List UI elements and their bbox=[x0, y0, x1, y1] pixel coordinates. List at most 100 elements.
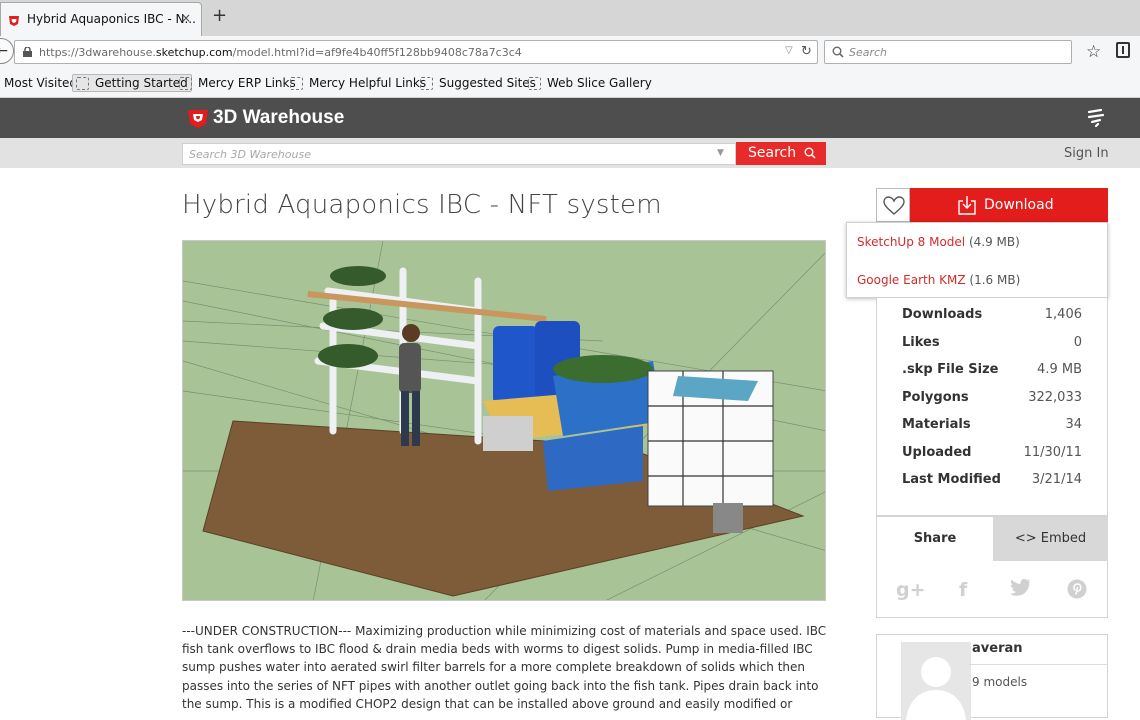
search-icon bbox=[804, 147, 816, 159]
search-button-label: Search bbox=[748, 145, 797, 161]
stat-value: 322,033 bbox=[1028, 390, 1082, 405]
divider bbox=[969, 664, 1108, 665]
tab-share[interactable]: Share bbox=[877, 517, 993, 561]
back-arrow-icon[interactable]: ← bbox=[0, 38, 14, 64]
lock-icon bbox=[23, 47, 32, 57]
search-icon bbox=[832, 46, 844, 58]
download-option-size: (4.9 MB) bbox=[968, 235, 1020, 249]
menu-icon[interactable] bbox=[1086, 108, 1106, 128]
warehouse-search-input[interactable] bbox=[183, 144, 703, 164]
url-text: https://3dwarehouse.sketchup.com/model.h… bbox=[39, 46, 522, 59]
stat-downloads: Downloads 1,406 bbox=[902, 307, 1082, 327]
bookmark-star-icon[interactable]: ☆ bbox=[1086, 42, 1101, 62]
share-panel: Share <> Embed g+ f bbox=[876, 516, 1108, 618]
download-option-kmz[interactable]: Google Earth KMZ (1.6 MB) bbox=[857, 273, 1020, 287]
download-option-size: (1.6 MB) bbox=[969, 273, 1021, 287]
stat-value: 34 bbox=[1065, 417, 1082, 432]
search-button[interactable]: Search bbox=[736, 142, 826, 165]
folder-icon bbox=[528, 76, 541, 90]
pinterest-icon[interactable] bbox=[1067, 579, 1087, 599]
model-title: Hybrid Aquaponics IBC - NFT system bbox=[182, 190, 662, 220]
sketchup-logo-icon[interactable] bbox=[186, 106, 210, 128]
folder-icon bbox=[420, 76, 433, 90]
download-button[interactable]: Download bbox=[910, 188, 1108, 222]
stat-likes: Likes 0 bbox=[902, 335, 1082, 355]
bookmark-suggested-sites[interactable]: Suggested Sites bbox=[420, 76, 536, 90]
browser-nav-bar: ← https://3dwarehouse.sketchup.com/model… bbox=[0, 36, 1140, 69]
aquaponics-model-render bbox=[183, 241, 825, 600]
bookmarks-bar: Most Visited Getting Started Mercy ERP L… bbox=[0, 69, 1140, 98]
bookmark-mercy-helpful-links[interactable]: Mercy Helpful Links bbox=[290, 76, 426, 90]
browser-tab[interactable]: Hybrid Aquaponics IBC - N... × bbox=[0, 2, 202, 36]
model-preview-image[interactable] bbox=[182, 240, 826, 601]
reload-icon[interactable]: ↻ bbox=[801, 44, 812, 59]
download-option-label: Google Earth KMZ bbox=[857, 273, 966, 287]
author-card: averan 9 models bbox=[876, 634, 1108, 720]
google-plus-icon[interactable]: g+ bbox=[896, 579, 926, 601]
bookmark-label: Getting Started bbox=[95, 76, 188, 90]
download-option-sketchup[interactable]: SketchUp 8 Model (4.9 MB) bbox=[857, 235, 1020, 249]
author-name[interactable]: averan bbox=[972, 641, 1023, 656]
stat-label: Likes bbox=[902, 335, 940, 350]
site-header: 3D Warehouse bbox=[0, 98, 1140, 138]
stat-label: Last Modified bbox=[902, 472, 1001, 487]
stat-value: 1,406 bbox=[1044, 307, 1082, 322]
bookmark-mercy-erp-links[interactable]: Mercy ERP Links bbox=[179, 76, 296, 90]
url-dropdown-icon[interactable]: ▽ bbox=[785, 45, 793, 56]
reading-list-icon[interactable] bbox=[1116, 42, 1130, 58]
heart-icon bbox=[883, 196, 905, 215]
bookmark-web-slice-gallery[interactable]: Web Slice Gallery bbox=[528, 76, 652, 90]
stat-label: Downloads bbox=[902, 307, 983, 322]
bookmark-label: Mercy ERP Links bbox=[198, 76, 296, 90]
model-stats-panel: Downloads 1,406 Likes 0 .skp File Size 4… bbox=[876, 298, 1108, 516]
site-logo-text[interactable]: 3D Warehouse bbox=[213, 107, 344, 129]
warehouse-search-field[interactable]: ▼ bbox=[182, 143, 736, 165]
bookmark-label: Suggested Sites bbox=[439, 76, 536, 90]
stat-value: 3/21/14 bbox=[1031, 472, 1082, 487]
avatar[interactable] bbox=[901, 642, 971, 720]
facebook-icon[interactable]: f bbox=[959, 579, 967, 601]
download-icon bbox=[958, 196, 976, 215]
stat-label: Materials bbox=[902, 417, 971, 432]
download-button-label: Download bbox=[984, 197, 1054, 213]
search-filter-dropdown-icon[interactable]: ▼ bbox=[717, 148, 724, 158]
author-model-count[interactable]: 9 models bbox=[972, 675, 1027, 689]
stat-label: Polygons bbox=[902, 390, 969, 405]
address-bar[interactable]: https://3dwarehouse.sketchup.com/model.h… bbox=[14, 40, 818, 64]
folder-icon bbox=[179, 76, 192, 90]
stat-value: 11/30/11 bbox=[1023, 445, 1082, 460]
download-option-label: SketchUp 8 Model bbox=[857, 235, 966, 249]
like-button[interactable] bbox=[876, 188, 910, 222]
model-description: ---UNDER CONSTRUCTION--- Maximizing prod… bbox=[182, 624, 827, 711]
browser-tab-strip: Hybrid Aquaponics IBC - N... × + bbox=[0, 0, 1140, 36]
default-avatar-icon bbox=[901, 642, 971, 720]
url-suffix: /model.html?id=af9fe4b40ff5f128bb9408c78… bbox=[232, 46, 522, 59]
bookmark-label: Web Slice Gallery bbox=[547, 76, 652, 90]
bookmark-label: Most Visited bbox=[4, 76, 78, 90]
tab-title: Hybrid Aquaponics IBC - N... bbox=[27, 12, 196, 26]
browser-search-placeholder: Search bbox=[849, 46, 888, 59]
sketchup-favicon-icon bbox=[9, 16, 19, 26]
tab-embed[interactable]: <> Embed bbox=[993, 517, 1108, 561]
stat-value: 4.9 MB bbox=[1037, 362, 1082, 377]
stat-materials: Materials 34 bbox=[902, 417, 1082, 437]
download-options-menu: SketchUp 8 Model (4.9 MB) Google Earth K… bbox=[846, 222, 1108, 298]
new-tab-button[interactable]: + bbox=[212, 7, 227, 25]
bookmark-label: Mercy Helpful Links bbox=[309, 76, 427, 90]
stat-label: .skp File Size bbox=[902, 362, 999, 377]
folder-icon bbox=[290, 76, 303, 90]
stat-label: Uploaded bbox=[902, 445, 972, 460]
folder-icon bbox=[76, 76, 89, 90]
warehouse-search-row: ▼ Search Sign In bbox=[0, 138, 1140, 168]
stat-value: 0 bbox=[1073, 335, 1082, 350]
url-prefix: https://3dwarehouse. bbox=[39, 46, 156, 59]
url-domain: sketchup.com bbox=[155, 46, 233, 59]
sign-in-link[interactable]: Sign In bbox=[1064, 146, 1109, 161]
stat-polygons: Polygons 322,033 bbox=[902, 390, 1082, 410]
bookmark-most-visited[interactable]: Most Visited bbox=[4, 76, 77, 90]
bookmark-getting-started[interactable]: Getting Started bbox=[72, 74, 192, 92]
twitter-icon[interactable] bbox=[1010, 579, 1032, 597]
browser-search-box[interactable]: Search bbox=[824, 40, 1072, 64]
close-tab-icon[interactable]: × bbox=[181, 11, 191, 25]
stat-uploaded: Uploaded 11/30/11 bbox=[902, 445, 1082, 465]
